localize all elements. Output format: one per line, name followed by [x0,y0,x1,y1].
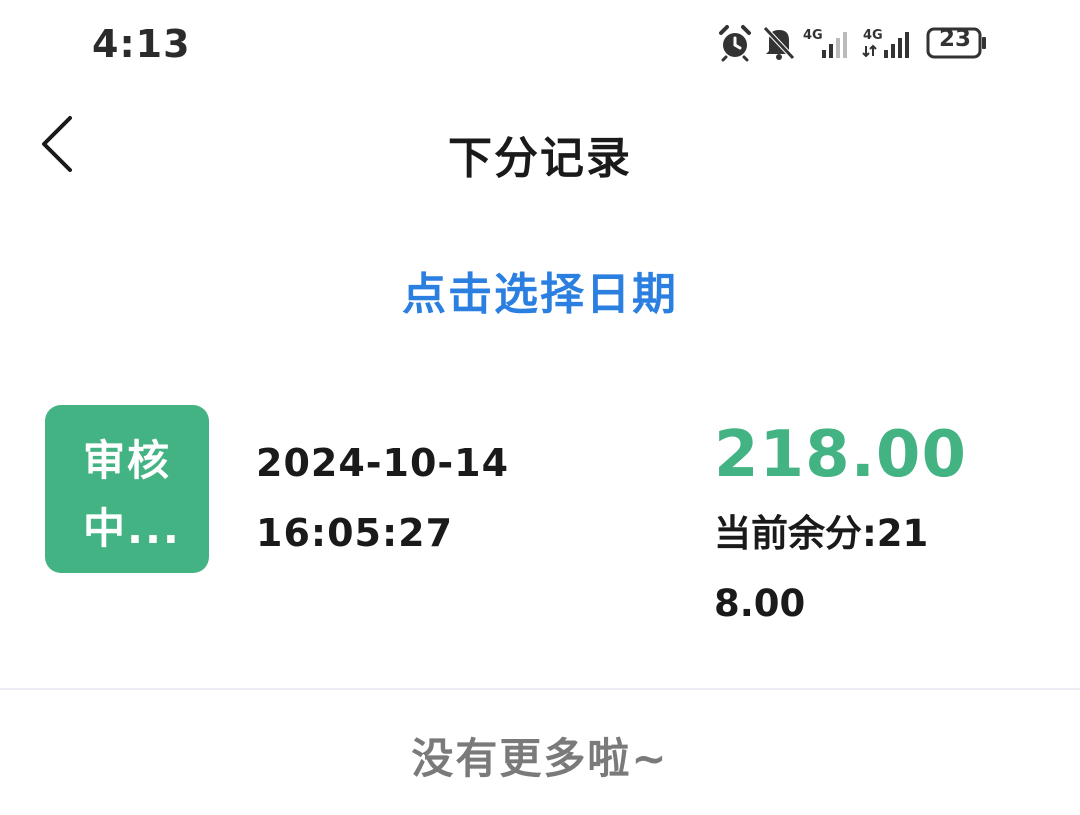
page-title: 下分记录 [448,133,632,184]
nav-bar: 下分记录 [0,95,1080,205]
record-time: 16:05:27 [256,511,454,555]
status-bar: 4:13 4G 4G 23 [0,0,1080,90]
record-item[interactable]: 审核中... 2024-10-14 16:05:27 218.00 当前余分:2… [0,400,1080,630]
alarm-icon [719,25,751,62]
record-amount: 218.00 [714,418,967,492]
svg-text:4G: 4G [863,28,883,43]
signal-icon: 4G [862,28,909,58]
no-more-text: 没有更多啦~ [411,734,669,783]
date-picker-link[interactable]: 点击选择日期 [0,258,1080,322]
record-date: 2024-10-14 [256,441,510,485]
status-time: 4:13 [92,22,191,66]
record-datetime: 2024-10-14 16:05:27 [256,428,556,568]
divider [0,688,1080,690]
svg-text:4G: 4G [803,28,823,43]
record-balance: 当前余分:218.00 [714,512,929,625]
status-badge: 审核中... [45,405,209,573]
battery-level: 23 [938,26,971,52]
bell-off-icon [763,26,795,60]
signal-icon: 4G [803,28,847,58]
